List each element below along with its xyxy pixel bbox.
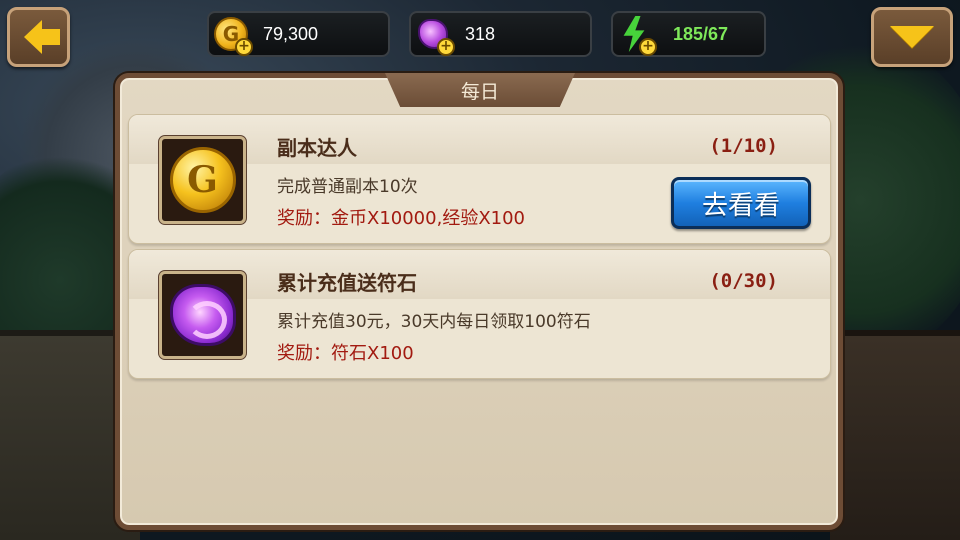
back-button[interactable]: [7, 7, 70, 67]
gold-value: 79,300: [263, 23, 319, 44]
task-reward: 奖励：金币X10000,经验X100: [277, 208, 526, 229]
task-title: 副本达人: [277, 136, 357, 160]
task-description: 累计充值30元，30天内每日领取100符石: [277, 312, 591, 332]
gold-coin-icon: G +: [211, 14, 253, 56]
task-title: 累计充值送符石: [277, 271, 417, 295]
task-icon-frame: [159, 271, 246, 359]
tab-daily-label: 每日: [460, 80, 499, 103]
task-progress: (0/30): [709, 270, 778, 292]
gold-coin-icon: G: [169, 147, 236, 213]
energy-value: 185/67: [673, 23, 729, 44]
gold-resource[interactable]: G + 79,300: [207, 11, 390, 57]
lightning-bolt-icon: +: [615, 14, 657, 56]
arrow-left-icon: [23, 20, 60, 54]
plus-icon: +: [235, 38, 253, 56]
background-house-right: [830, 330, 960, 540]
tab-daily[interactable]: 每日: [385, 73, 575, 107]
go-check-button[interactable]: 去看看: [671, 177, 811, 229]
gem-value: 318: [465, 23, 496, 44]
purple-gem-icon: [169, 284, 236, 346]
task-description: 完成普通副本10次: [277, 177, 418, 197]
task-progress: (1/10): [709, 135, 778, 157]
purple-gem-icon: +: [413, 14, 455, 56]
plus-icon: +: [639, 38, 657, 56]
chevron-down-icon: [890, 26, 934, 48]
task-item: 累计充值送符石 (0/30) 累计充值30元，30天内每日领取100符石 奖励：…: [128, 249, 831, 379]
task-reward: 奖励：符石X100: [277, 343, 414, 364]
gem-resource[interactable]: + 318: [409, 11, 592, 57]
dropdown-menu-button[interactable]: [871, 7, 953, 67]
plus-icon: +: [437, 38, 455, 56]
task-icon-frame: G: [159, 136, 246, 224]
energy-resource[interactable]: + 185/67: [611, 11, 766, 57]
